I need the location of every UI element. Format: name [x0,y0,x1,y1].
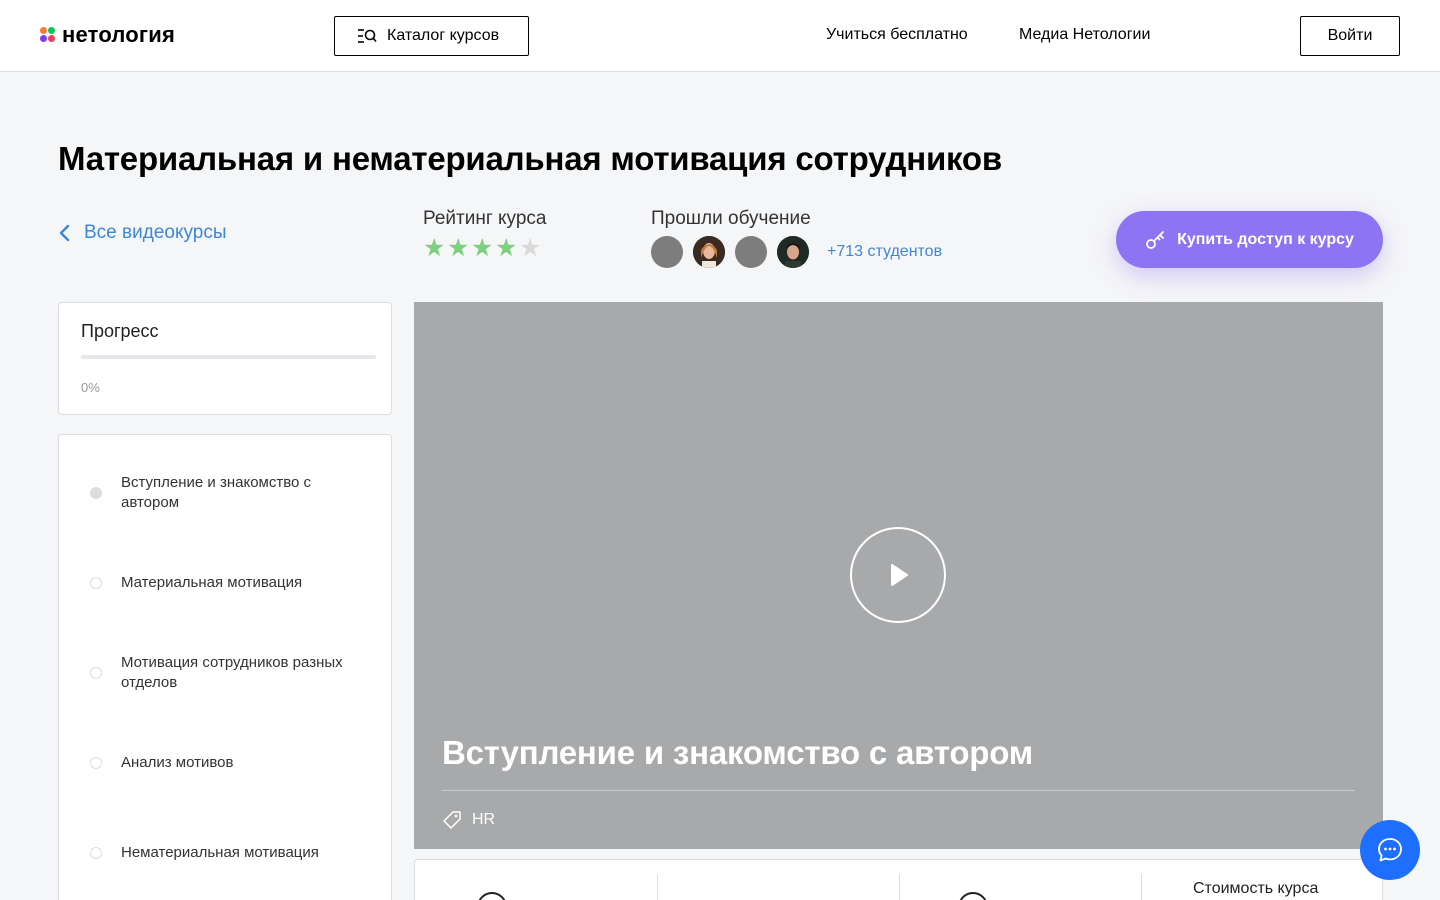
catalog-search-icon [358,29,377,43]
back-to-courses-link[interactable]: Все видеокурсы [58,222,226,244]
avatar [777,236,809,268]
page-title: Материальная и нематериальная мотивация … [58,140,1002,177]
clock-icon [477,892,507,900]
progress-card: Прогресс 0% [58,302,392,415]
student-avatars: +713 студентов [651,236,942,268]
lesson-status-dot [90,667,102,679]
lesson-status-dot [90,487,102,499]
rating-label: Рейтинг курса [423,208,547,229]
buy-access-button[interactable]: Купить доступ к курсу [1116,211,1383,268]
star-filled-icon: ★ [447,234,470,262]
lesson-item[interactable]: Мотивация сотрудников разных отделов [59,653,391,693]
progress-bar [81,355,376,359]
logo[interactable]: нетология [40,22,175,48]
divider [657,874,658,900]
divider [1141,874,1142,900]
login-button[interactable]: Войти [1300,16,1400,56]
students-label: Прошли обучение [651,208,811,229]
lesson-item[interactable]: Вступление и знакомство с автором [59,473,391,513]
nav-media[interactable]: Медиа Нетологии [1019,26,1150,44]
divider [442,790,1355,791]
lesson-title: Анализ мотивов [121,754,234,771]
star-filled-icon: ★ [495,234,518,262]
lesson-status-dot [90,577,102,589]
lesson-item[interactable]: Нематериальная мотивация [59,843,391,863]
play-icon [891,564,908,586]
divider [899,874,900,900]
star-filled-icon: ★ [423,234,446,262]
lesson-status-dot [90,847,102,859]
tag-icon [443,811,461,829]
students-block: Прошли обучение +713 студентов [651,208,942,268]
nav-learn-free[interactable]: Учиться бесплатно [826,26,968,44]
rating-stars: ★ ★ ★ ★ ★ [423,236,546,261]
chat-button[interactable] [1360,820,1420,880]
course-rating: Рейтинг курса ★ ★ ★ ★ ★ [423,208,546,261]
lessons-list: Вступление и знакомство с автором Матери… [58,434,392,900]
tag-label: HR [472,811,496,828]
buy-label: Купить доступ к курсу [1177,230,1354,248]
chevron-left-icon [59,224,70,242]
star-filled-icon: ★ [471,234,494,262]
lesson-status-dot [90,757,102,769]
avatar [651,236,683,268]
progress-percent: 0% [81,380,100,395]
avatar [693,236,725,268]
lesson-item[interactable]: Материальная мотивация [59,573,391,593]
video-tag[interactable]: HR [442,810,495,830]
play-button[interactable] [850,527,946,623]
lesson-item[interactable]: Анализ мотивов [59,753,391,773]
progress-title: Прогресс [81,321,159,341]
price-label: Стоимость курса [1193,880,1319,897]
lesson-title: Вступление и знакомство с автором [121,474,312,511]
students-count-link[interactable]: +713 студентов [827,243,942,261]
lesson-title: Мотивация сотрудников разных отделов [121,654,343,691]
video-player[interactable]: Вступление и знакомство с автором HR [414,302,1383,849]
star-empty-icon: ★ [519,234,542,262]
course-info-bar: Стоимость курса [414,859,1383,900]
lesson-title: Материальная мотивация [121,574,303,591]
video-title: Вступление и знакомство с автором [442,734,1033,771]
back-label: Все видеокурсы [84,222,227,243]
lesson-title: Нематериальная мотивация [121,844,319,861]
catalog-button[interactable]: Каталог курсов [334,16,529,56]
logo-icon [40,27,56,43]
video-count-icon [958,892,988,900]
avatar [735,236,767,268]
site-header: нетология Каталог курсов Учиться бесплат… [0,0,1440,72]
catalog-label: Каталог курсов [387,27,500,44]
chat-bubble-icon [1378,838,1402,862]
logo-text: нетология [62,22,176,47]
key-icon [1146,230,1164,249]
